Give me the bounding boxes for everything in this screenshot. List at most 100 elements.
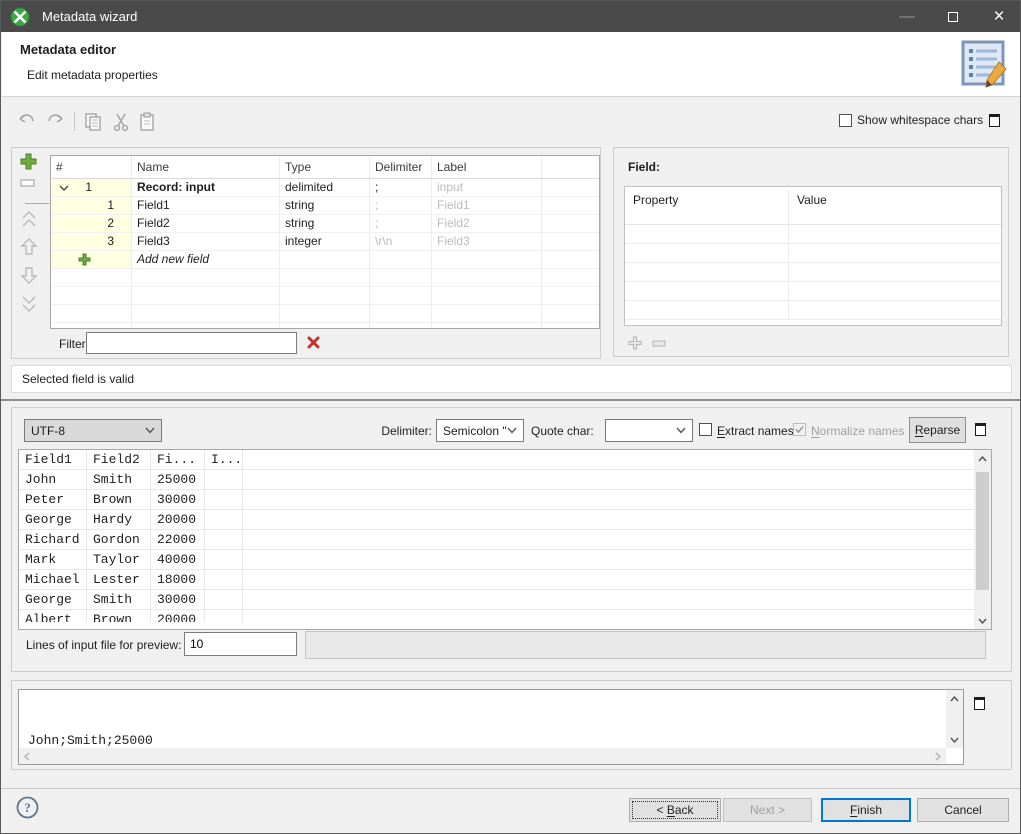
clear-filter-icon[interactable] <box>306 335 321 350</box>
normalize-names-label: Normalize names <box>811 424 904 438</box>
metadata-wizard-window: Metadata wizard — × Metadata editor Edit… <box>0 0 1021 834</box>
empty-row <box>51 269 599 287</box>
delimiter-select[interactable]: Semicolon ";" <box>436 419 524 442</box>
record-row[interactable]: 1 Record: input delimited ; input <box>51 179 599 197</box>
fields-group: # Name Type Delimiter Label 1 Record: in… <box>11 147 601 359</box>
minimize-button[interactable]: — <box>884 1 930 32</box>
delimiter-label: Delimiter: <box>364 424 432 438</box>
extract-names-label: Extract names <box>717 424 794 438</box>
move-down-icon[interactable] <box>20 265 42 287</box>
scroll-left-icon[interactable] <box>19 748 35 764</box>
scroll-down-icon[interactable] <box>974 612 991 629</box>
filter-row: Filter: <box>12 329 600 359</box>
expand-all-icon[interactable] <box>20 293 42 315</box>
normalize-names-checkbox <box>793 423 806 436</box>
empty-property-row <box>625 263 1001 282</box>
validation-status-bar: Selected field is valid <box>11 365 1012 393</box>
chevron-down-icon <box>145 427 155 434</box>
close-button[interactable]: × <box>976 1 1021 32</box>
raw-preview-textarea[interactable]: John;Smith;25000 Peter;Brown;30000 Georg… <box>18 689 964 765</box>
help-icon[interactable]: ? <box>16 796 39 819</box>
section-sash[interactable] <box>1 399 1021 401</box>
chevron-down-icon <box>676 427 686 434</box>
preview-row[interactable]: PeterBrown30000 <box>19 490 975 510</box>
window-title: Metadata wizard <box>42 9 137 24</box>
scroll-down-icon[interactable] <box>946 731 963 748</box>
cut-icon[interactable] <box>111 112 131 132</box>
move-up-icon[interactable] <box>20 237 42 259</box>
encoding-select[interactable]: UTF-8 <box>24 419 162 442</box>
redo-icon[interactable] <box>45 112 65 132</box>
fields-table-header: # Name Type Delimiter Label <box>51 156 599 179</box>
quote-char-select[interactable] <box>605 419 693 442</box>
fields-table[interactable]: # Name Type Delimiter Label 1 Record: in… <box>50 155 600 329</box>
show-whitespace-checkbox[interactable]: Show whitespace chars <box>839 113 983 127</box>
empty-property-row <box>625 225 1001 244</box>
raw-vertical-scrollbar[interactable] <box>946 690 963 748</box>
maximize-section-icon[interactable] <box>974 697 985 710</box>
maximize-section-icon[interactable] <box>989 114 1000 127</box>
add-field-icon[interactable] <box>20 153 42 175</box>
preview-row[interactable]: MarkTaylor40000 <box>19 550 975 570</box>
clover-app-icon <box>10 7 30 27</box>
preview-row[interactable]: GeorgeSmith30000 <box>19 590 975 610</box>
scroll-up-icon[interactable] <box>974 450 991 467</box>
cancel-button[interactable]: Cancel <box>917 798 1009 822</box>
preview-row[interactable]: MichaelLester18000 <box>19 570 975 590</box>
field-properties-group: Field: Property Value <box>613 147 1009 357</box>
next-button: Next > <box>723 798 812 822</box>
back-button[interactable]: < Back <box>629 798 721 822</box>
empty-property-row <box>625 282 1001 301</box>
field-row[interactable]: 1 Field1 string ; Field1 <box>51 197 599 215</box>
raw-preview-group: John;Smith;25000 Peter;Brown;30000 Georg… <box>11 680 1012 770</box>
page-title: Metadata editor <box>20 42 116 57</box>
empty-row <box>51 305 599 323</box>
raw-horizontal-scrollbar[interactable] <box>19 748 946 764</box>
status-message: Selected field is valid <box>22 372 134 386</box>
filter-input[interactable] <box>86 332 297 354</box>
reparse-button[interactable]: Reparse <box>909 417 966 443</box>
property-table[interactable]: Property Value <box>624 186 1002 326</box>
add-row-plus-icon[interactable] <box>78 253 91 266</box>
maximize-button[interactable] <box>930 1 976 32</box>
preview-row[interactable]: RichardGordon22000 <box>19 530 975 550</box>
title-bar: Metadata wizard — × <box>1 1 1021 32</box>
collapse-all-icon[interactable] <box>20 210 42 232</box>
finish-button[interactable]: Finish <box>821 798 911 822</box>
extract-names-checkbox[interactable] <box>699 423 712 436</box>
paste-icon[interactable] <box>137 112 157 132</box>
preview-row[interactable]: AlbertBrown20000 <box>19 610 975 622</box>
add-property-icon[interactable] <box>628 336 642 350</box>
scroll-right-icon[interactable] <box>930 748 946 764</box>
svg-text:?: ? <box>24 800 31 815</box>
remove-property-icon[interactable] <box>652 340 667 348</box>
parser-group: UTF-8 Delimiter: Semicolon ";" Quote cha… <box>11 407 1012 672</box>
lines-preview-label: Lines of input file for preview: <box>26 638 181 652</box>
filter-label: Filter: <box>59 337 89 351</box>
data-preview-table[interactable]: Field1Field2 Fi...I... JohnSmith25000 Pe… <box>18 449 992 630</box>
preview-row[interactable]: GeorgeHardy20000 <box>19 510 975 530</box>
add-new-field-row[interactable]: Add new field <box>51 251 599 269</box>
checkbox-box[interactable] <box>839 114 852 127</box>
chevron-down-icon <box>507 427 517 434</box>
undo-icon[interactable] <box>17 112 37 132</box>
empty-property-row <box>625 244 1001 263</box>
page-subtitle: Edit metadata properties <box>27 68 158 82</box>
property-table-header: Property Value <box>625 187 1001 225</box>
lines-preview-input[interactable] <box>184 632 297 656</box>
field-row[interactable]: 2 Field2 string ; Field2 <box>51 215 599 233</box>
rail-separator <box>25 203 49 204</box>
scrollbar-thumb[interactable] <box>976 472 989 590</box>
preview-row[interactable]: JohnSmith25000 <box>19 470 975 490</box>
scroll-up-icon[interactable] <box>946 690 963 707</box>
copy-icon[interactable] <box>83 112 103 132</box>
field-row[interactable]: 3 Field3 integer \r\n Field3 <box>51 233 599 251</box>
preview-vertical-scrollbar[interactable] <box>974 450 991 629</box>
remove-field-icon[interactable] <box>20 179 42 201</box>
empty-row <box>51 287 599 305</box>
collapse-chevron-icon[interactable] <box>59 184 69 192</box>
show-whitespace-label: Show whitespace chars <box>857 113 983 127</box>
empty-property-row <box>625 301 1001 320</box>
preview-header: Field1Field2 Fi...I... <box>19 450 975 470</box>
maximize-section-icon[interactable] <box>975 423 986 436</box>
